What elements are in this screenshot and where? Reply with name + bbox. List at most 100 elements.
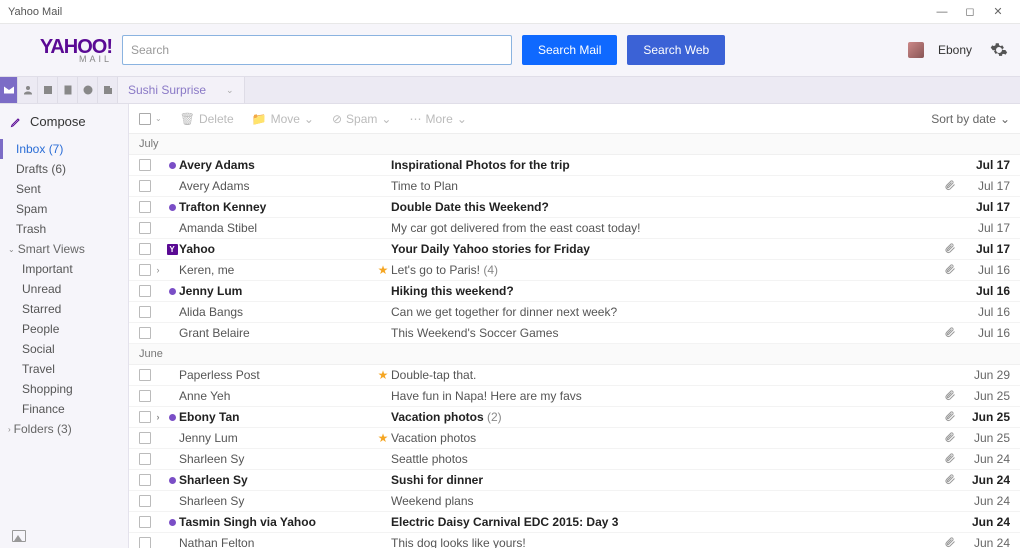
more-button[interactable]: ⋯ More ⌄ <box>409 112 466 126</box>
row-checkbox[interactable] <box>139 243 151 255</box>
row-checkbox[interactable] <box>139 432 151 444</box>
smartview-item[interactable]: Unread <box>0 279 128 299</box>
row-checkbox[interactable] <box>139 474 151 486</box>
row-checkbox[interactable] <box>139 516 151 528</box>
message-row[interactable]: Trafton KenneyDouble Date this Weekend?J… <box>129 197 1020 218</box>
date: Jul 16 <box>962 263 1010 277</box>
unread-dot: Y <box>165 244 179 255</box>
row-checkbox[interactable] <box>139 327 151 339</box>
row-checkbox[interactable] <box>139 264 151 276</box>
row-checkbox[interactable] <box>139 537 151 548</box>
folders-header[interactable]: ›Folders (3) <box>0 419 128 439</box>
smart-views-header[interactable]: ⌄Smart Views <box>0 239 128 259</box>
folder-item[interactable]: Spam <box>0 199 128 219</box>
subject: Inspirational Photos for the trip <box>391 158 944 172</box>
gear-icon[interactable] <box>990 41 1008 59</box>
list-toolbar: ⌄ 🗑 Delete 📁 Move ⌄ ⊘ Spam ⌄ ⋯ More ⌄ So… <box>129 104 1020 134</box>
smartview-item[interactable]: Important <box>0 259 128 279</box>
smartview-item[interactable]: Shopping <box>0 379 128 399</box>
message-row[interactable]: Grant BelaireThis Weekend's Soccer Games… <box>129 323 1020 344</box>
smartview-item[interactable]: Finance <box>0 399 128 419</box>
message-row[interactable]: Avery AdamsTime to PlanJul 17 <box>129 176 1020 197</box>
message-row[interactable]: Sharleen SyWeekend plansJun 24 <box>129 491 1020 512</box>
message-row[interactable]: Anne YehHave fun in Napa! Here are my fa… <box>129 386 1020 407</box>
expand-icon[interactable]: › <box>151 265 165 275</box>
yahoo-logo: YAHOO! MAIL <box>12 37 112 64</box>
row-checkbox[interactable] <box>139 453 151 465</box>
message-row[interactable]: Nathan FeltonThis dog looks like yours!J… <box>129 533 1020 548</box>
row-checkbox[interactable] <box>139 369 151 381</box>
smartview-item[interactable]: Social <box>0 339 128 359</box>
contacts-tab-icon[interactable] <box>18 77 38 103</box>
calendar-tab-icon[interactable] <box>38 77 58 103</box>
message-row[interactable]: Tasmin Singh via YahooElectric Daisy Car… <box>129 512 1020 533</box>
news-tab-icon[interactable] <box>98 77 118 103</box>
smartview-item[interactable]: People <box>0 319 128 339</box>
date: Jun 24 <box>962 536 1010 548</box>
folder-item[interactable]: Trash <box>0 219 128 239</box>
row-checkbox[interactable] <box>139 390 151 402</box>
message-row[interactable]: Alida BangsCan we get together for dinne… <box>129 302 1020 323</box>
open-tab[interactable]: Sushi Surprise ⌄ <box>118 77 245 103</box>
sort-dropdown[interactable]: Sort by date ⌄ <box>931 112 1010 126</box>
maximize-button[interactable]: ◻ <box>956 5 984 18</box>
row-checkbox[interactable] <box>139 285 151 297</box>
date: Jun 24 <box>962 494 1010 508</box>
smartview-item[interactable]: Travel <box>0 359 128 379</box>
date: Jul 17 <box>962 179 1010 193</box>
folder-item[interactable]: Inbox (7) <box>0 139 128 159</box>
header: YAHOO! MAIL Search Search Mail Search We… <box>0 24 1020 76</box>
sender: Sharleen Sy <box>179 473 375 487</box>
compose-button[interactable]: Compose <box>0 110 128 139</box>
delete-button[interactable]: 🗑 Delete <box>180 112 234 126</box>
close-button[interactable]: ✕ <box>984 5 1012 18</box>
row-checkbox[interactable] <box>139 411 151 423</box>
message-row[interactable]: Jenny Lum★Vacation photosJun 25 <box>129 428 1020 449</box>
select-all-dropdown[interactable]: ⌄ <box>155 114 162 123</box>
message-row[interactable]: Avery AdamsInspirational Photos for the … <box>129 155 1020 176</box>
message-row[interactable]: Jenny LumHiking this weekend?Jul 16 <box>129 281 1020 302</box>
spam-button[interactable]: ⊘ Spam ⌄ <box>332 112 391 126</box>
row-checkbox[interactable] <box>139 201 151 213</box>
search-mail-button[interactable]: Search Mail <box>522 35 617 65</box>
folder-item[interactable]: Sent <box>0 179 128 199</box>
star-icon: ★ <box>375 368 391 382</box>
row-checkbox[interactable] <box>139 180 151 192</box>
date: Jul 17 <box>962 242 1010 256</box>
message-row[interactable]: Sharleen SySushi for dinnerJun 24 <box>129 470 1020 491</box>
mail-tab-icon[interactable] <box>0 77 18 103</box>
subject: Vacation photos <box>391 431 944 445</box>
minimize-button[interactable]: — <box>928 6 956 18</box>
folder-item[interactable]: Drafts (6) <box>0 159 128 179</box>
row-checkbox[interactable] <box>139 222 151 234</box>
message-row[interactable]: Paperless Post★Double-tap that.Jun 29 <box>129 365 1020 386</box>
subject: Time to Plan <box>391 179 944 193</box>
row-checkbox[interactable] <box>139 159 151 171</box>
titlebar: Yahoo Mail — ◻ ✕ <box>0 0 1020 24</box>
search-input[interactable]: Search <box>122 35 512 65</box>
notes-tab-icon[interactable] <box>58 77 78 103</box>
date: Jul 16 <box>962 326 1010 340</box>
row-checkbox[interactable] <box>139 495 151 507</box>
avatar[interactable] <box>908 42 924 58</box>
subject: Seattle photos <box>391 452 944 466</box>
message-row[interactable]: YYahooYour Daily Yahoo stories for Frida… <box>129 239 1020 260</box>
message-row[interactable]: ›Ebony TanVacation photos (2)Jun 25 <box>129 407 1020 428</box>
image-icon[interactable] <box>12 530 26 542</box>
message-row[interactable]: Amanda StibelMy car got delivered from t… <box>129 218 1020 239</box>
smartview-item[interactable]: Starred <box>0 299 128 319</box>
username-label[interactable]: Ebony <box>938 43 972 57</box>
print-tab-icon[interactable] <box>78 77 98 103</box>
select-all-checkbox[interactable] <box>139 113 151 125</box>
message-row[interactable]: Sharleen SySeattle photosJun 24 <box>129 449 1020 470</box>
search-web-button[interactable]: Search Web <box>627 35 725 65</box>
sender: Amanda Stibel <box>179 221 375 235</box>
move-button[interactable]: 📁 Move ⌄ <box>252 112 314 126</box>
message-row[interactable]: ›Keren, me★Let's go to Paris! (4)Jul 16 <box>129 260 1020 281</box>
group-header: June <box>129 344 1020 365</box>
expand-icon[interactable]: › <box>151 412 165 422</box>
row-checkbox[interactable] <box>139 306 151 318</box>
sender: Yahoo <box>179 242 375 256</box>
date: Jul 17 <box>962 221 1010 235</box>
message-list[interactable]: JulyAvery AdamsInspirational Photos for … <box>129 134 1020 548</box>
